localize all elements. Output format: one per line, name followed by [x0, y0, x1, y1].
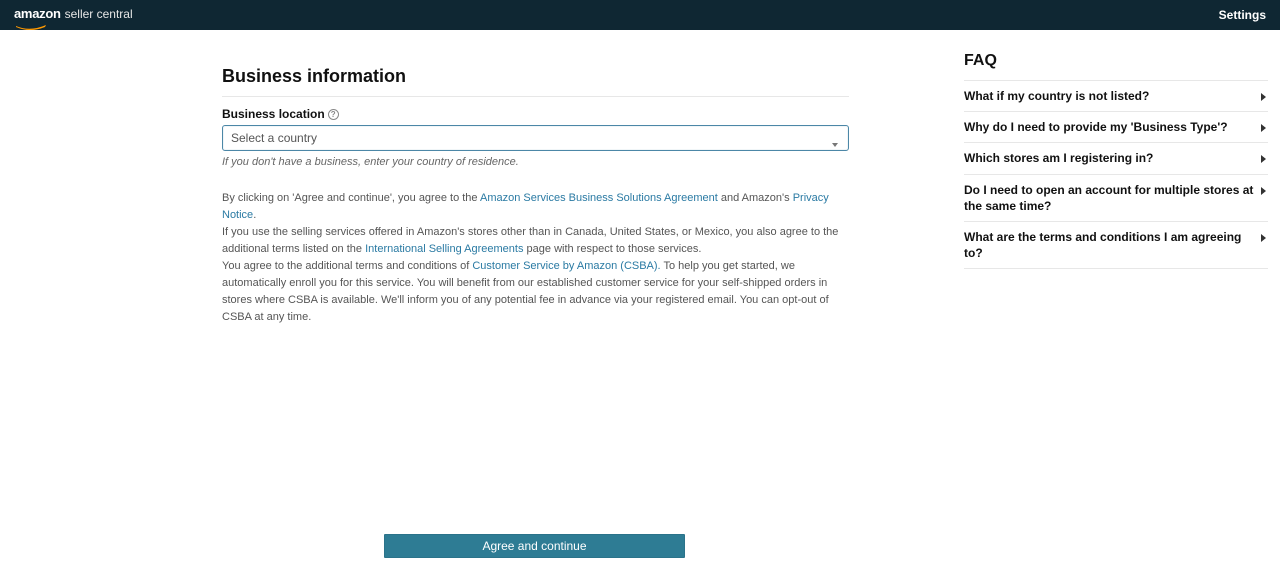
faq-heading: FAQ [964, 52, 1268, 70]
business-solutions-agreement-link[interactable]: Amazon Services Business Solutions Agree… [480, 192, 718, 204]
caret-right-icon [1261, 183, 1266, 199]
legal-line-2: If you use the selling services offered … [222, 224, 849, 258]
agree-and-continue-button[interactable]: Agree and continue [384, 534, 685, 558]
main-panel: Business information Business location ?… [222, 30, 849, 326]
divider [222, 96, 849, 97]
location-hint: If you don't have a business, enter your… [222, 156, 849, 168]
faq-item-label: What are the terms and conditions I am a… [964, 230, 1241, 260]
faq-item-terms-conditions[interactable]: What are the terms and conditions I am a… [964, 221, 1268, 269]
faq-sidebar: FAQ What if my country is not listed? Wh… [964, 30, 1268, 269]
csba-link[interactable]: Customer Service by Amazon (CSBA). [472, 260, 660, 272]
faq-item-business-type[interactable]: Why do I need to provide my 'Business Ty… [964, 111, 1268, 142]
legal-line-3: You agree to the additional terms and co… [222, 258, 849, 326]
faq-item-label: What if my country is not listed? [964, 89, 1149, 103]
logo-seller-central-text: seller central [65, 7, 133, 21]
chevron-down-icon [832, 135, 838, 150]
amazon-smile-icon [14, 19, 52, 24]
caret-right-icon [1261, 230, 1266, 246]
top-header: amazon seller central Settings [0, 0, 1280, 30]
legal-line-1: By clicking on 'Agree and continue', you… [222, 190, 849, 224]
faq-item-country-not-listed[interactable]: What if my country is not listed? [964, 80, 1268, 111]
label-text: Business location [222, 107, 325, 121]
country-select[interactable]: Select a country [222, 125, 849, 151]
international-selling-agreements-link[interactable]: International Selling Agreements [365, 243, 523, 255]
amazon-seller-central-logo[interactable]: amazon seller central [14, 6, 133, 24]
business-location-label: Business location ? [222, 107, 849, 121]
faq-item-label: Do I need to open an account for multipl… [964, 183, 1253, 213]
faq-item-multiple-stores[interactable]: Do I need to open an account for multipl… [964, 174, 1268, 221]
faq-item-which-stores[interactable]: Which stores am I registering in? [964, 142, 1268, 173]
faq-list: What if my country is not listed? Why do… [964, 80, 1268, 269]
page-title: Business information [222, 66, 849, 87]
caret-right-icon [1261, 89, 1266, 105]
country-select-placeholder: Select a country [231, 131, 317, 145]
help-icon[interactable]: ? [328, 109, 339, 120]
legal-text-block: By clicking on 'Agree and continue', you… [222, 190, 849, 326]
caret-right-icon [1261, 151, 1266, 167]
faq-item-label: Which stores am I registering in? [964, 151, 1153, 165]
settings-link[interactable]: Settings [1219, 8, 1266, 22]
faq-item-label: Why do I need to provide my 'Business Ty… [964, 120, 1228, 134]
caret-right-icon [1261, 120, 1266, 136]
